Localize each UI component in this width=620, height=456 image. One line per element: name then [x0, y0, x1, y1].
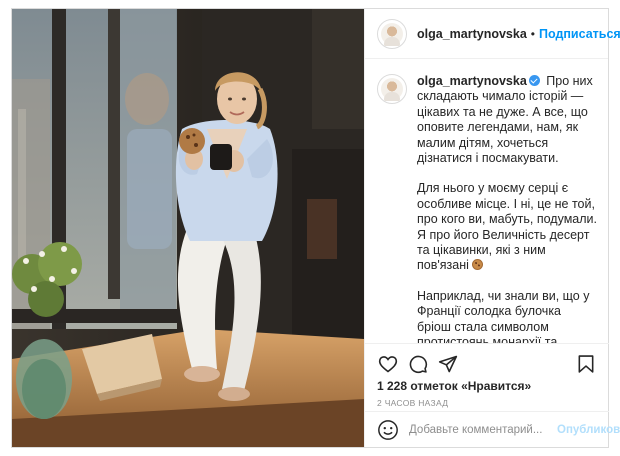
caption-paragraph-1: olga_martynovska Про них складають чимал…: [417, 74, 597, 166]
caption-area: olga_martynovska Про них складають чимал…: [365, 60, 609, 343]
caption-avatar[interactable]: [377, 74, 407, 104]
likes-count[interactable]: 1 228 отметок «Нравится»: [377, 379, 531, 393]
caption-paragraph-2: Для нього у моєму серці є особливе місце…: [417, 181, 597, 273]
comment-icon: [409, 355, 428, 373]
comment-input[interactable]: [409, 423, 557, 436]
bookmark-icon: [578, 354, 594, 373]
likes-number: 1 228: [377, 379, 408, 393]
like-button[interactable]: [373, 349, 403, 379]
likes-text: отметок «Нравится»: [410, 379, 532, 393]
post-side-panel: olga_martynovska • Подписаться ••• olga_…: [364, 9, 620, 447]
caption-row: olga_martynovska Про них складають чимал…: [377, 74, 597, 343]
instagram-post: olga_martynovska • Подписаться ••• olga_…: [11, 8, 620, 448]
comment-bar: Опубликовать: [365, 411, 620, 447]
author-username[interactable]: olga_martynovska: [417, 27, 527, 41]
follow-button[interactable]: Подписаться: [539, 27, 620, 41]
post-timestamp[interactable]: 2 ЧАСОВ НАЗАД: [377, 398, 448, 408]
post-header: olga_martynovska • Подписаться •••: [365, 9, 620, 59]
separator-dot: •: [530, 26, 535, 41]
post-actions: [365, 343, 609, 383]
post-photo[interactable]: [12, 9, 364, 447]
comment-button[interactable]: [403, 349, 433, 379]
woman-with-cookie-photo: [12, 9, 364, 447]
verified-badge-icon: [528, 75, 540, 86]
save-button[interactable]: [571, 349, 601, 379]
caption-text: olga_martynovska Про них складають чимал…: [417, 74, 597, 343]
heart-icon: [378, 355, 398, 373]
publish-button[interactable]: Опубликовать: [557, 424, 620, 436]
author-avatar[interactable]: [377, 18, 407, 49]
caption-paragraph-3: Наприклад, чи знали ви, що у Франції сол…: [417, 289, 597, 343]
caption-username[interactable]: olga_martynovska: [417, 74, 527, 88]
emoji-smile-icon[interactable]: [377, 419, 399, 441]
share-icon: [438, 355, 458, 372]
caption-paragraph-2-text: Для нього у моєму серці є особливе місце…: [417, 181, 597, 273]
cookie-emoji-icon: [472, 259, 484, 271]
caption-paragraph-3-text: Наприклад, чи знали ви, що у Франції сол…: [417, 288, 590, 343]
share-button[interactable]: [433, 349, 463, 379]
